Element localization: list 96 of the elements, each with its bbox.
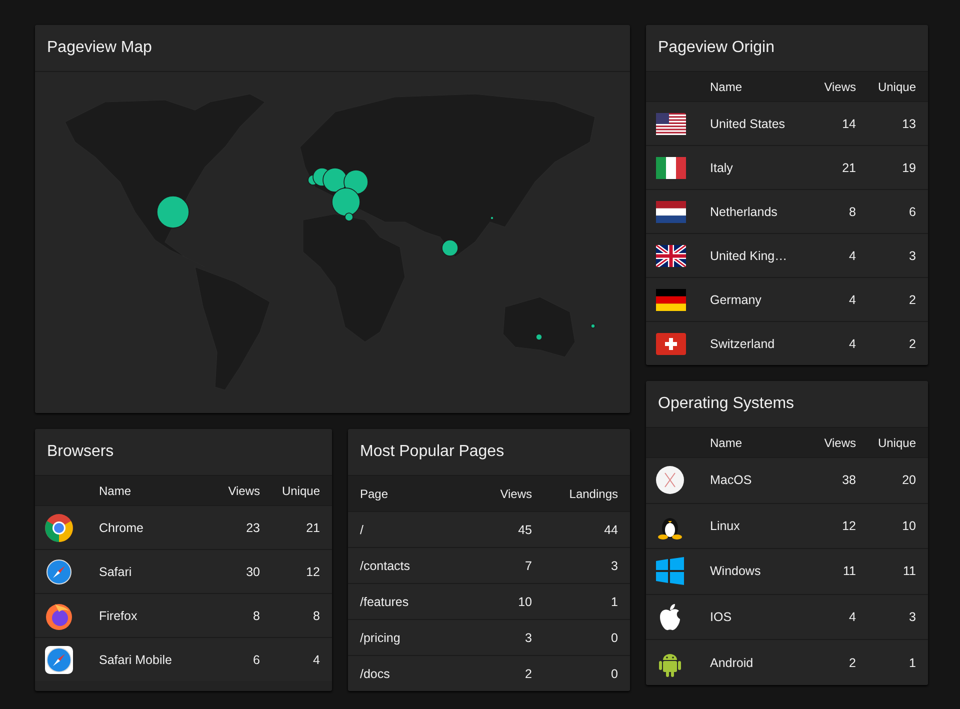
card-title: Most Popular Pages [348,429,630,476]
table-cell-text: Germany [710,292,762,306]
map-bubble [590,324,596,328]
table-cell-text: 11 [842,564,856,578]
table-cell-text: Switzerland [710,336,776,350]
table-cell-text: 3 [524,630,532,644]
table-cell-text: 4 [848,610,856,624]
table-cell-text: 38 [841,473,856,488]
table-cell-text: Android [710,656,754,670]
table-cell-text: 10 [901,518,916,533]
table-cell-text: 0 [610,630,618,644]
table-cell-text: Firefox [99,608,138,622]
card-title: Operating Systems [646,381,928,428]
compass-app-icon [45,646,73,674]
column-header: Unique [280,484,320,498]
table-cell-text: 6 [908,204,916,218]
table-cell-text: 44 [603,522,618,536]
table-cell-text: 3 [908,610,916,624]
uk-flag-icon [656,244,686,266]
table-cell-text: Chrome [99,520,144,534]
table-cell-text: 4 [848,248,856,262]
map-bubble [442,240,458,256]
column-header: Landings [568,486,618,500]
table-cell-text: 13 [901,116,916,130]
table-cell-text: 2 [908,292,916,306]
table-cell-text: 6 [252,652,260,666]
table-cell-text: 23 [245,520,260,534]
table-cell-text: Safari [99,564,133,578]
map-bubble [536,334,542,340]
table-cell-text: 21 [841,160,856,174]
x-circle-icon [656,466,684,494]
column-header: Views [823,436,856,450]
column-header: Name [710,80,744,94]
chrome-logo-icon [45,514,73,542]
table-cell-text: 20 [901,473,916,488]
column-header: Name [99,484,132,498]
table-cell-text: 3 [610,558,618,572]
table-cell-text: 8 [252,608,260,622]
table-cell-text: IOS [710,610,733,624]
card-title: Pageview Origin [646,25,928,72]
table-cell-text: / [360,522,364,536]
table-cell-text: 19 [901,160,916,174]
table-cell-text: /pricing [360,630,402,644]
us-flag-icon [656,112,686,134]
table-cell-text: Linux [710,518,741,533]
germany-flag-icon [656,288,686,310]
column-header: Name [710,436,744,450]
column-header: Page [360,486,390,500]
column-header: Views [499,486,532,500]
table-cell-text: /features [360,594,410,608]
table-cell-text: /docs [360,666,391,680]
table-cell-text: /contacts [360,558,412,572]
table-cell-text: 4 [848,292,856,306]
card-title: Pageview Map [35,25,630,72]
table-cell-text: 12 [841,518,856,533]
table-cell-text: 7 [524,558,532,572]
table-cell-text: 4 [848,336,856,350]
table-cell-text: 1 [610,594,618,608]
table-cell-text: 10 [517,594,532,608]
table-cell-text: Windows [710,564,762,578]
table-cell-text: 8 [848,204,856,218]
column-header: Unique [876,436,916,450]
netherlands-flag-icon [656,200,686,222]
column-header: Views [227,484,260,498]
table-cell-text: 2 [848,656,856,670]
table-cell-text: 45 [517,522,532,536]
table-cell-text: 4 [312,652,320,666]
table-cell-text: United States [710,116,786,130]
map-bubble [344,170,368,194]
table-cell-text: Italy [710,160,734,174]
map-bubble [156,196,190,228]
table-cell-text: Safari Mobile [99,652,173,666]
table-cell-text: 11 [902,564,916,578]
table-cell-text: 0 [610,666,618,680]
table-cell-text: United King… [710,248,788,262]
compass-icon [45,558,73,586]
map-bubble [322,168,348,192]
windows-logo-icon [656,557,684,586]
italy-flag-icon [656,156,686,178]
table-cell-text: MacOS [710,473,753,488]
table-cell-text: 21 [305,520,320,534]
table-cell-text: Netherlands [710,204,778,218]
table-cell-text: 12 [305,564,320,578]
table-cell-text: 30 [245,564,260,578]
swiss-flag-icon [656,332,686,354]
table-cell-text: 2 [908,336,916,350]
table-cell-text: 1 [908,656,916,670]
firefox-logo-icon [45,602,73,630]
table-cell-text: 2 [524,666,532,680]
column-header: Views [823,80,856,94]
card-title: Browsers [35,429,332,476]
map-bubble [490,216,494,220]
column-header: Unique [876,80,916,94]
table-cell-text: 3 [908,248,916,262]
table-cell-text: 14 [841,116,856,130]
table-cell-text: 8 [312,608,320,622]
